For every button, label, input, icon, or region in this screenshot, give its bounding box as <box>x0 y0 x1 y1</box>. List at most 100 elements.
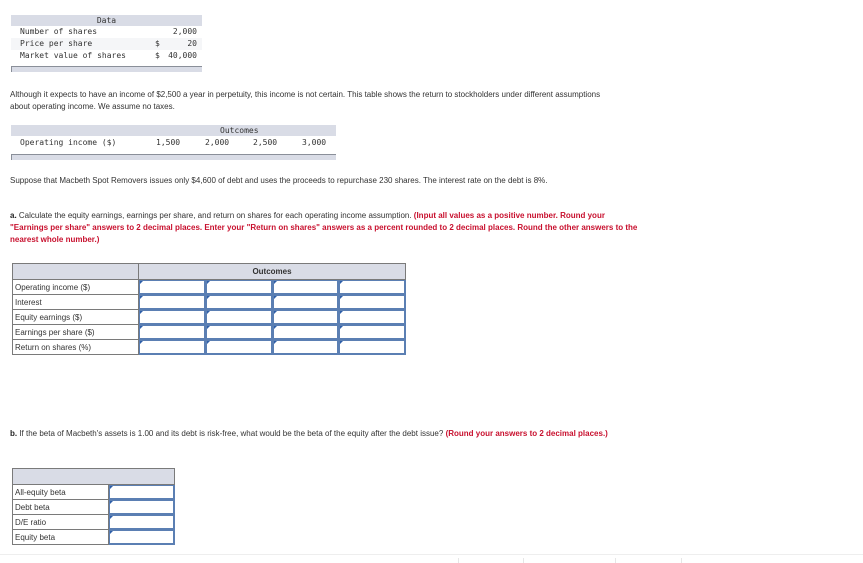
answer-flag-icon <box>140 341 143 344</box>
answer-flag-icon <box>340 311 344 314</box>
answer-flag-icon <box>273 311 277 314</box>
eps-input-2[interactable] <box>205 325 272 339</box>
interest-input-3[interactable] <box>272 295 339 309</box>
answer-flag-icon <box>340 341 344 344</box>
outcome-value: 2,500 <box>253 138 278 147</box>
answer-flag-icon <box>273 326 277 329</box>
answer-flag-icon <box>273 281 277 284</box>
answer-flag-icon <box>273 296 277 299</box>
eps-input-1[interactable] <box>139 325 205 339</box>
data-row-value: 20 <box>187 39 197 48</box>
equity-earnings-input-2[interactable] <box>205 310 272 324</box>
answer-row-label: Operating income ($) <box>12 279 139 295</box>
answer-row-label: Earnings per share ($) <box>12 324 139 340</box>
answer-flag-icon <box>206 341 210 344</box>
data-row-value: 2,000 <box>172 27 197 36</box>
part-b-question-text: If the beta of Macbeth's assets is 1.00 … <box>17 429 446 438</box>
outcomes-row-label: Operating income ($) <box>20 138 117 147</box>
intro-text: Although it expects to have an income of… <box>10 90 601 111</box>
data-row: Number of shares 2,000 <box>11 26 202 38</box>
return-on-shares-input-2[interactable] <box>205 340 272 354</box>
outcomes-header-label: Outcomes <box>220 126 259 135</box>
answer-row: Equity beta <box>12 529 175 545</box>
data-row-label: Market value of shares <box>20 51 126 60</box>
divider-tick <box>458 558 459 563</box>
part-a-prefix: a. <box>10 211 17 220</box>
equity-earnings-input-4[interactable] <box>339 310 405 324</box>
answer-flag-icon <box>140 311 143 314</box>
part-b-answer-table: All-equity beta Debt beta D/E ratio Equi… <box>12 468 175 545</box>
equity-earnings-input-1[interactable] <box>139 310 205 324</box>
interest-input-1[interactable] <box>139 295 205 309</box>
data-row-currency: $ <box>155 39 160 48</box>
return-on-shares-input-3[interactable] <box>272 340 339 354</box>
answer-row-label: Interest <box>12 294 139 310</box>
data-row-label: Number of shares <box>20 27 98 36</box>
eps-input-3[interactable] <box>272 325 339 339</box>
outcome-value: 1,500 <box>156 138 181 147</box>
outcome-value: 3,000 <box>302 138 327 147</box>
part-a-answer-table: Outcomes Operating income ($) Interest E… <box>12 263 406 355</box>
answer-flag-icon <box>140 326 143 329</box>
de-ratio-input[interactable] <box>109 515 174 529</box>
answer-row-label: Debt beta <box>12 499 109 515</box>
answer-flag-icon <box>206 326 210 329</box>
return-on-shares-input-4[interactable] <box>339 340 405 354</box>
part-a-question: a. Calculate the equity earnings, earnin… <box>10 210 642 246</box>
answer-row: Earnings per share ($) <box>12 324 406 340</box>
data-row-value: 40,000 <box>168 51 197 60</box>
interest-input-4[interactable] <box>339 295 405 309</box>
debt-beta-input[interactable] <box>109 500 174 514</box>
answer-flag-icon <box>206 296 210 299</box>
operating-income-input-4[interactable] <box>339 280 405 294</box>
answer-flag-icon <box>206 281 210 284</box>
answer-flag-icon <box>110 531 113 534</box>
answer-flag-icon <box>110 486 113 489</box>
outcomes-table-footer <box>11 154 336 160</box>
data-row: Price per share $ 20 <box>11 38 202 50</box>
answer-row-label: Return on shares (%) <box>12 339 139 355</box>
answer-flag-icon <box>140 296 143 299</box>
answer-row-label: All-equity beta <box>12 484 109 500</box>
answer-row-label: D/E ratio <box>12 514 109 530</box>
answer-flag-icon <box>140 281 143 284</box>
answer-row: Return on shares (%) <box>12 339 406 355</box>
outcome-value: 2,000 <box>205 138 230 147</box>
outcomes-table: Outcomes Operating income ($) 1,500 2,00… <box>11 125 336 160</box>
answer-flag-icon <box>273 341 277 344</box>
answer-flag-icon <box>340 296 344 299</box>
divider-tick <box>523 558 524 563</box>
part-b-question: b. If the beta of Macbeth's assets is 1.… <box>10 428 630 440</box>
divider-tick <box>615 558 616 563</box>
return-on-shares-input-1[interactable] <box>139 340 205 354</box>
bottom-divider <box>0 554 863 555</box>
answer-flag-icon <box>110 501 113 504</box>
data-row: Market value of shares $ 40,000 <box>11 50 202 62</box>
answer-row: D/E ratio <box>12 514 175 530</box>
answer-row-label: Equity beta <box>12 529 109 545</box>
part-a-header-row: Outcomes <box>12 263 406 280</box>
answer-row: Operating income ($) <box>12 279 406 295</box>
part-b-header <box>12 468 175 485</box>
answer-row-label: Equity earnings ($) <box>12 309 139 325</box>
equity-earnings-input-3[interactable] <box>272 310 339 324</box>
data-table-footer <box>11 66 202 72</box>
eps-input-4[interactable] <box>339 325 405 339</box>
operating-income-input-1[interactable] <box>139 280 205 294</box>
outcomes-table-header: Outcomes <box>11 125 336 136</box>
answer-row: Interest <box>12 294 406 310</box>
answer-flag-icon <box>340 326 344 329</box>
all-equity-beta-input[interactable] <box>109 485 174 499</box>
data-row-currency: $ <box>155 51 160 60</box>
answer-row: Equity earnings ($) <box>12 309 406 325</box>
operating-income-input-3[interactable] <box>272 280 339 294</box>
operating-income-input-2[interactable] <box>205 280 272 294</box>
scenario-text: Suppose that Macbeth Spot Removers issue… <box>10 176 548 185</box>
interest-input-2[interactable] <box>205 295 272 309</box>
data-table: Data Number of shares 2,000 Price per sh… <box>11 15 202 72</box>
answer-flag-icon <box>110 516 113 519</box>
part-a-question-text: Calculate the equity earnings, earnings … <box>16 211 414 220</box>
data-row-label: Price per share <box>20 39 93 48</box>
part-b-instructions: (Round your answers to 2 decimal places.… <box>445 429 608 438</box>
equity-beta-input[interactable] <box>109 530 174 544</box>
